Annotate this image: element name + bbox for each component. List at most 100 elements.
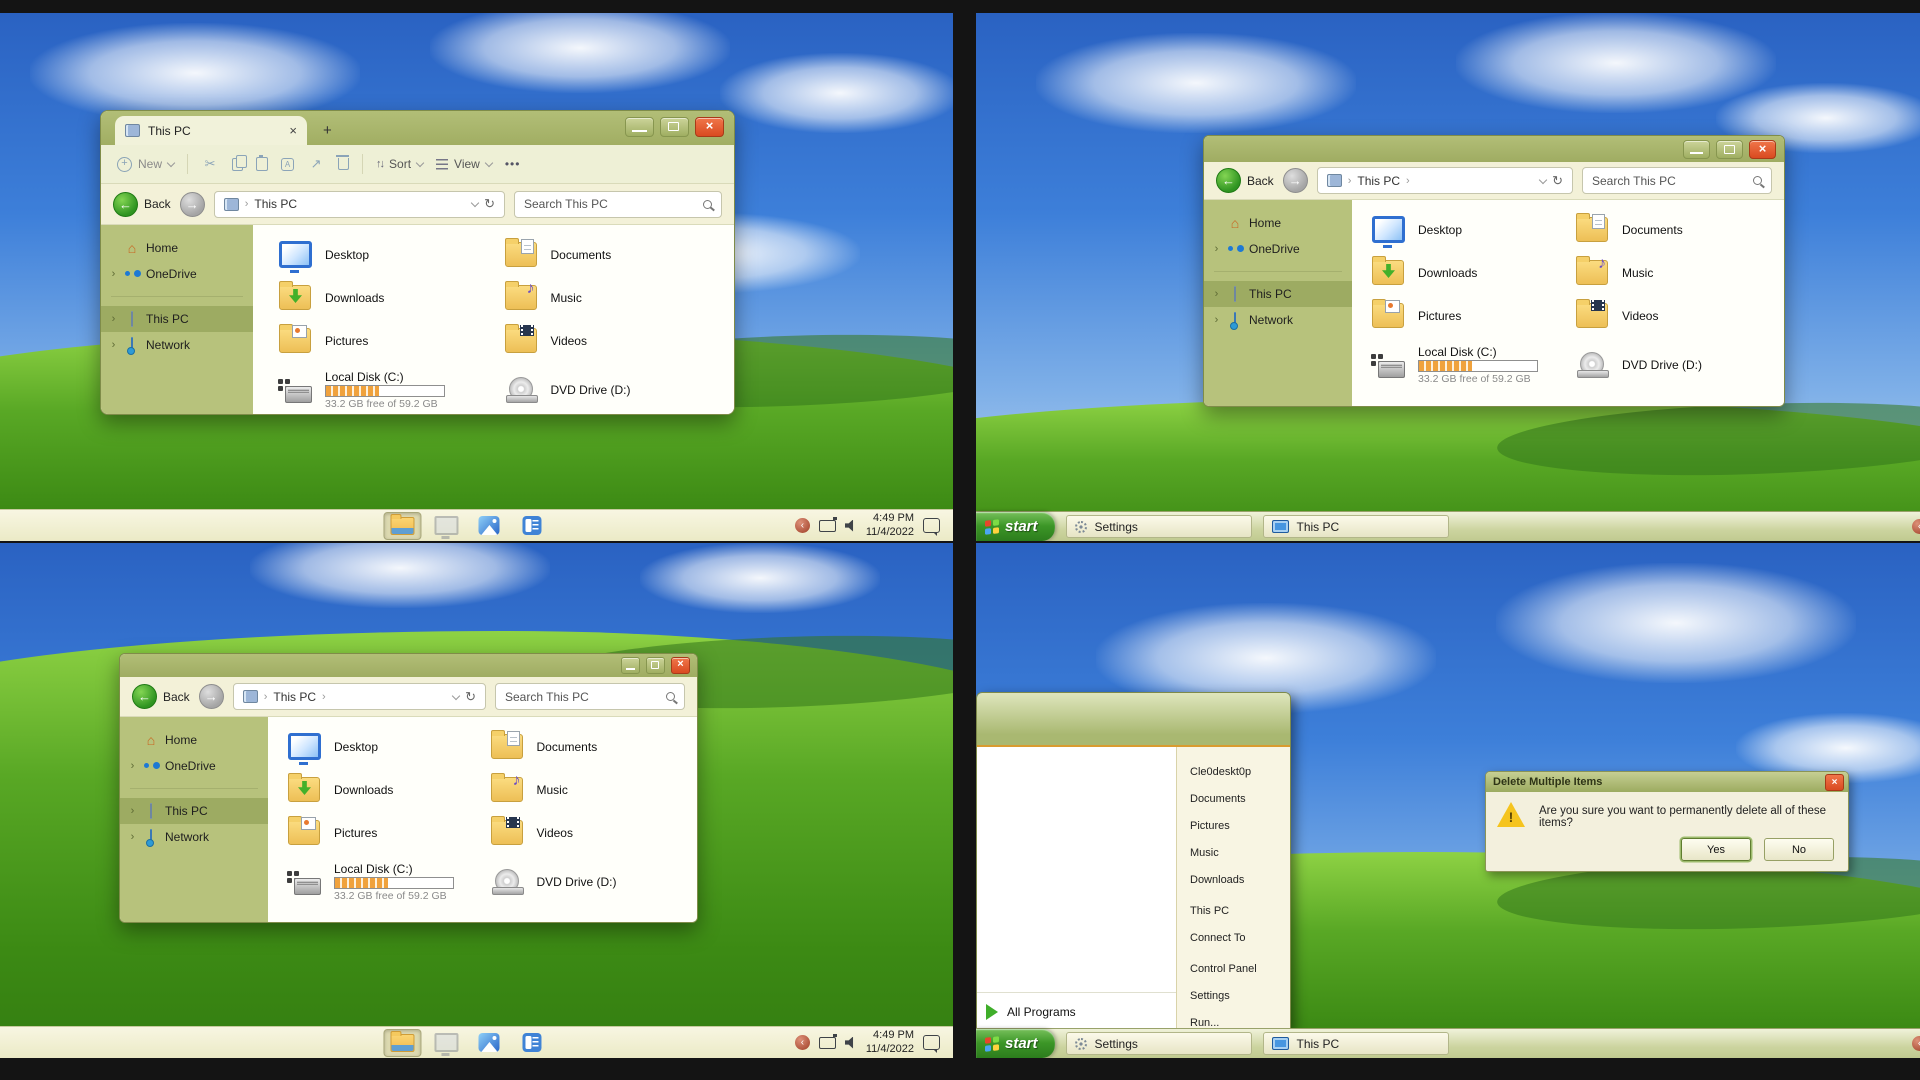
- taskbar-clock[interactable]: 4:49 PM 11/4/2022: [866, 512, 914, 538]
- tab-this-pc[interactable]: This PC ×: [115, 116, 307, 145]
- tray-chevron-icon[interactable]: ‹: [1912, 519, 1920, 534]
- file-item-downloads[interactable]: Downloads: [1370, 251, 1574, 294]
- maximize-button[interactable]: [1716, 140, 1743, 159]
- title-bar[interactable]: [1204, 136, 1784, 162]
- start-button[interactable]: start: [976, 1029, 1055, 1058]
- view-button[interactable]: View: [436, 157, 492, 171]
- expand-chevron-icon[interactable]: [109, 268, 118, 280]
- file-item-documents[interactable]: Documents: [503, 233, 729, 276]
- maximize-button[interactable]: [646, 657, 665, 674]
- minimize-button[interactable]: [1683, 140, 1710, 159]
- sidebar-item-this-pc[interactable]: This PC: [101, 306, 253, 332]
- expand-chevron-icon[interactable]: [1212, 314, 1221, 326]
- file-item-videos[interactable]: Videos: [489, 811, 692, 854]
- forward-button[interactable]: →: [1283, 168, 1308, 193]
- delete-icon[interactable]: [338, 158, 349, 170]
- close-button[interactable]: [671, 657, 690, 674]
- tray-chevron-icon[interactable]: ‹: [1912, 1036, 1920, 1051]
- refresh-icon[interactable]: ↻: [1552, 173, 1563, 189]
- file-item-pictures[interactable]: Pictures: [1370, 294, 1574, 337]
- expand-chevron-icon[interactable]: [109, 339, 118, 351]
- sidebar-item-home[interactable]: ⌂ Home: [1204, 210, 1352, 236]
- expand-chevron-icon[interactable]: [109, 313, 118, 325]
- taskbar-photos-button[interactable]: [471, 512, 507, 538]
- sidebar-item-onedrive[interactable]: OneDrive: [120, 753, 268, 779]
- title-bar[interactable]: [120, 654, 697, 677]
- taskbar-photos-button[interactable]: [471, 1029, 507, 1055]
- sidebar-item-home[interactable]: ⌂ Home: [120, 727, 268, 753]
- start-menu-item-settings[interactable]: Settings: [1177, 982, 1290, 1009]
- search-input[interactable]: Search This PC: [514, 191, 722, 218]
- address-box[interactable]: › This PC ↻: [214, 191, 505, 218]
- copy-icon[interactable]: [232, 158, 243, 171]
- close-button[interactable]: [695, 117, 724, 137]
- new-tab-button[interactable]: +: [323, 122, 332, 139]
- dialog-title-bar[interactable]: Delete Multiple Items ×: [1486, 772, 1848, 792]
- chevron-down-icon[interactable]: [452, 691, 460, 699]
- all-programs-button[interactable]: All Programs: [977, 992, 1176, 1030]
- file-item-pictures[interactable]: Pictures: [277, 319, 503, 362]
- network-tray-icon[interactable]: [819, 1037, 836, 1049]
- minimize-button[interactable]: [621, 657, 640, 674]
- notification-icon[interactable]: [923, 518, 940, 533]
- start-menu-item-connect-to[interactable]: Connect To: [1177, 924, 1290, 951]
- start-menu-item-downloads[interactable]: Downloads: [1177, 866, 1290, 893]
- tray-chevron-icon[interactable]: ‹: [795, 518, 810, 533]
- maximize-button[interactable]: [660, 117, 689, 137]
- close-button[interactable]: [1749, 140, 1776, 159]
- sidebar-item-this-pc[interactable]: This PC: [1204, 281, 1352, 307]
- start-menu-item-this-pc[interactable]: This PC: [1177, 897, 1290, 924]
- chevron-down-icon[interactable]: [471, 199, 479, 207]
- explorer-window-bottom-left[interactable]: ← Back → › This PC › ↻ Search This PC: [119, 653, 698, 923]
- sidebar-item-onedrive[interactable]: OneDrive: [101, 261, 253, 287]
- taskbar-button-this-pc[interactable]: This PC: [1263, 1032, 1449, 1055]
- rename-icon[interactable]: A: [281, 158, 294, 171]
- taskbar-file-explorer-button[interactable]: [383, 1029, 421, 1057]
- sidebar-item-network[interactable]: Network: [120, 824, 268, 850]
- file-item-local-disk[interactable]: Local Disk (C:) 33.2 GB free of 59.2 GB: [1370, 337, 1574, 393]
- file-item-music[interactable]: ♪ Music: [503, 276, 729, 319]
- start-menu-item-music[interactable]: Music: [1177, 839, 1290, 866]
- sidebar-item-home[interactable]: ⌂ Home: [101, 235, 253, 261]
- file-item-desktop[interactable]: Desktop: [1370, 208, 1574, 251]
- taskbar-button-settings[interactable]: Settings: [1066, 515, 1252, 538]
- file-item-desktop[interactable]: Desktop: [277, 233, 503, 276]
- file-item-music[interactable]: ♪ Music: [489, 768, 692, 811]
- expand-chevron-icon[interactable]: [128, 805, 137, 817]
- taskbar-system-button[interactable]: [428, 512, 464, 538]
- back-button[interactable]: ←: [113, 192, 138, 217]
- file-item-dvd-drive[interactable]: DVD Drive (D:): [503, 362, 729, 415]
- expand-chevron-icon[interactable]: [1212, 288, 1221, 300]
- explorer-window-top-right[interactable]: ← Back → › This PC › ↻ Search This PC: [1203, 135, 1785, 407]
- no-button[interactable]: No: [1764, 838, 1834, 861]
- expand-chevron-icon[interactable]: [128, 760, 137, 772]
- start-menu-item-pictures[interactable]: Pictures: [1177, 812, 1290, 839]
- start-menu-item-control-panel[interactable]: Control Panel: [1177, 955, 1290, 982]
- back-button[interactable]: ←: [1216, 168, 1241, 193]
- file-item-downloads[interactable]: Downloads: [286, 768, 489, 811]
- sidebar-item-network[interactable]: Network: [1204, 307, 1352, 333]
- file-item-desktop[interactable]: Desktop: [286, 725, 489, 768]
- file-item-pictures[interactable]: Pictures: [286, 811, 489, 854]
- file-item-dvd-drive[interactable]: DVD Drive (D:): [489, 854, 692, 910]
- refresh-icon[interactable]: ↻: [484, 196, 495, 212]
- file-item-documents[interactable]: Documents: [489, 725, 692, 768]
- share-icon[interactable]: ↗: [307, 156, 325, 172]
- start-menu-item-documents[interactable]: Documents: [1177, 785, 1290, 812]
- explorer-window-tabbed[interactable]: This PC × + + New ✂ A ↗: [100, 110, 735, 415]
- volume-icon[interactable]: [845, 1037, 857, 1049]
- file-item-videos[interactable]: Videos: [503, 319, 729, 362]
- taskbar-system-button[interactable]: [428, 1029, 464, 1055]
- file-item-dvd-drive[interactable]: DVD Drive (D:): [1574, 337, 1778, 393]
- file-item-downloads[interactable]: Downloads: [277, 276, 503, 319]
- file-item-local-disk[interactable]: Local Disk (C:) 33.2 GB free of 59.2 GB: [277, 362, 503, 415]
- taskbar-button-settings[interactable]: Settings: [1066, 1032, 1252, 1055]
- chevron-down-icon[interactable]: [1539, 175, 1547, 183]
- taskbar-widgets-button[interactable]: [514, 1029, 550, 1055]
- sidebar-item-network[interactable]: Network: [101, 332, 253, 358]
- more-options-button[interactable]: •••: [505, 157, 521, 171]
- start-menu-item-desktop[interactable]: Cle0deskt0p: [1177, 758, 1290, 785]
- taskbar-widgets-button[interactable]: [514, 512, 550, 538]
- start-button[interactable]: start: [976, 512, 1055, 541]
- sidebar-item-onedrive[interactable]: OneDrive: [1204, 236, 1352, 262]
